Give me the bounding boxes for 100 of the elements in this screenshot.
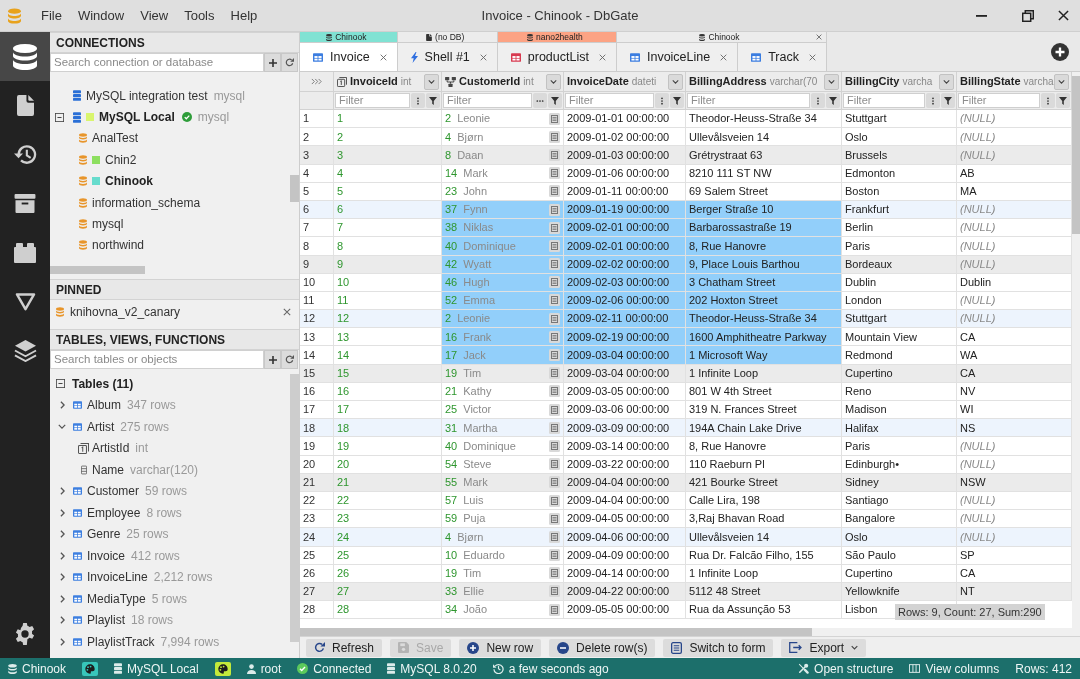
form-icon[interactable] bbox=[549, 130, 560, 143]
search-field[interactable]: Search connection or database bbox=[50, 53, 264, 72]
tree-item-label[interactable]: Invoice bbox=[87, 546, 126, 565]
column-menu-button[interactable] bbox=[546, 73, 561, 90]
form-icon[interactable] bbox=[549, 294, 560, 307]
chevron-right-icon[interactable] bbox=[59, 616, 65, 625]
tab[interactable]: productList bbox=[497, 43, 617, 71]
form-icon[interactable] bbox=[549, 494, 560, 507]
column-menu-button[interactable] bbox=[424, 73, 439, 90]
filter-button[interactable] bbox=[941, 93, 955, 108]
export-button[interactable]: Export bbox=[781, 638, 867, 657]
form-icon[interactable] bbox=[549, 221, 560, 234]
column-header[interactable]: CustomerId int bbox=[442, 72, 564, 92]
chevron-right-icon[interactable] bbox=[59, 594, 65, 603]
chevron-right-icon[interactable] bbox=[59, 551, 65, 560]
collapse-icon[interactable] bbox=[56, 379, 65, 389]
tree-item-label[interactable]: Customer bbox=[87, 482, 139, 501]
chevron-down-icon[interactable] bbox=[58, 424, 66, 430]
column-header[interactable]: BillingCity varcha bbox=[842, 72, 957, 92]
close-icon[interactable] bbox=[1058, 10, 1069, 21]
filter-input[interactable]: Filter bbox=[565, 93, 654, 108]
chevron-right-icon[interactable] bbox=[59, 508, 65, 517]
scrollbar-thumb[interactable] bbox=[290, 175, 299, 202]
filter-input[interactable]: Filter bbox=[687, 93, 810, 108]
filter-input[interactable]: Filter bbox=[335, 93, 410, 108]
scrollbar-thumb[interactable] bbox=[290, 374, 299, 642]
column-menu-button[interactable] bbox=[668, 73, 683, 90]
chevron-right-icon[interactable] bbox=[59, 487, 65, 496]
form-icon[interactable] bbox=[549, 167, 560, 180]
column-header[interactable]: BillingAddress varchar(70 bbox=[686, 72, 842, 92]
form-icon[interactable] bbox=[549, 112, 560, 125]
palette-icon[interactable] bbox=[82, 661, 99, 676]
column-header[interactable]: BillingState varcha bbox=[957, 72, 1072, 92]
pinned-item[interactable]: knihovna_v2_canary bbox=[70, 303, 181, 321]
form-icon[interactable] bbox=[549, 603, 560, 616]
tree-item-label[interactable]: Employee bbox=[87, 503, 141, 522]
search-field[interactable]: Search tables or objects bbox=[50, 350, 264, 369]
tree-item-label[interactable]: Album bbox=[87, 396, 121, 415]
filter-button[interactable] bbox=[426, 93, 440, 108]
menu-item[interactable]: View bbox=[132, 5, 177, 26]
filter-button[interactable] bbox=[548, 93, 562, 108]
column-menu-button[interactable] bbox=[1054, 73, 1069, 90]
tree-item-label[interactable]: ArtistId bbox=[92, 439, 130, 458]
tree-item-label[interactable]: Genre bbox=[87, 525, 121, 544]
form-icon[interactable] bbox=[549, 567, 560, 580]
column-header[interactable]: InvoiceDate dateti bbox=[564, 72, 686, 92]
collapse-icon[interactable] bbox=[55, 112, 64, 122]
filter-input[interactable]: Filter bbox=[958, 93, 1040, 108]
tree-item-label[interactable]: AnalTest bbox=[92, 129, 139, 148]
status-item[interactable]: Rows: 412 bbox=[1015, 659, 1072, 678]
refresh-button[interactable] bbox=[281, 53, 298, 72]
column-header[interactable]: InvoiceId int bbox=[334, 72, 442, 92]
refresh-button[interactable]: Refresh bbox=[306, 638, 383, 657]
plus-icon[interactable] bbox=[1051, 42, 1069, 61]
restore-icon[interactable] bbox=[1022, 9, 1034, 22]
triple-chevron-icon[interactable] bbox=[311, 78, 322, 85]
switch-form-button[interactable]: Switch to form bbox=[663, 638, 774, 657]
scrollbar-thumb[interactable] bbox=[50, 266, 145, 274]
tree-item-label[interactable]: Playlist bbox=[87, 611, 125, 630]
form-icon[interactable] bbox=[549, 349, 560, 362]
status-item[interactable]: View columns bbox=[925, 659, 1000, 678]
chevron-right-icon[interactable] bbox=[59, 401, 65, 410]
tree-item-label[interactable]: Artist bbox=[87, 417, 115, 436]
tree-item-label[interactable]: MySQL Local bbox=[99, 108, 175, 127]
refresh-button[interactable] bbox=[281, 350, 298, 369]
form-icon[interactable] bbox=[549, 239, 560, 252]
tree-item-label[interactable]: PlaylistTrack bbox=[87, 632, 155, 651]
filter-button[interactable] bbox=[826, 93, 840, 108]
tab[interactable]: InvoiceLine bbox=[616, 43, 739, 71]
form-icon[interactable] bbox=[549, 330, 560, 343]
palette-icon[interactable] bbox=[214, 661, 231, 676]
form-icon[interactable] bbox=[549, 203, 560, 216]
menu-item[interactable]: Window bbox=[69, 5, 133, 26]
tab[interactable]: Invoice bbox=[300, 43, 398, 71]
tab[interactable]: Shell #1 bbox=[397, 43, 498, 71]
menu-item[interactable]: Help bbox=[222, 5, 266, 26]
column-menu-button[interactable] bbox=[939, 73, 954, 90]
scrollbar-thumb[interactable] bbox=[1072, 76, 1080, 234]
menu-item[interactable]: File bbox=[33, 5, 70, 26]
add-button[interactable] bbox=[264, 350, 281, 369]
new-row-button[interactable]: New row bbox=[459, 638, 542, 657]
tree-item-label[interactable]: information_schema bbox=[92, 193, 201, 212]
delete-button[interactable]: Delete row(s) bbox=[549, 638, 656, 657]
form-icon[interactable] bbox=[549, 185, 560, 198]
tree-item-label[interactable]: MediaType bbox=[87, 589, 146, 608]
form-icon[interactable] bbox=[549, 148, 560, 161]
status-item[interactable]: Open structure bbox=[814, 659, 894, 678]
chevron-right-icon[interactable] bbox=[59, 530, 65, 539]
tree-item-label[interactable]: Name bbox=[92, 460, 124, 479]
column-menu-button[interactable] bbox=[824, 73, 839, 90]
form-icon[interactable] bbox=[549, 385, 560, 398]
tree-item-label[interactable]: InvoiceLine bbox=[87, 568, 148, 587]
chevron-right-icon[interactable] bbox=[59, 573, 65, 582]
filter-input[interactable]: Filter bbox=[443, 93, 532, 108]
minimize-icon[interactable] bbox=[976, 14, 987, 17]
form-icon[interactable] bbox=[549, 549, 560, 562]
form-icon[interactable] bbox=[549, 403, 560, 416]
tree-item-label[interactable]: northwind bbox=[92, 236, 145, 255]
filter-button[interactable] bbox=[670, 93, 684, 108]
form-icon[interactable] bbox=[549, 458, 560, 471]
